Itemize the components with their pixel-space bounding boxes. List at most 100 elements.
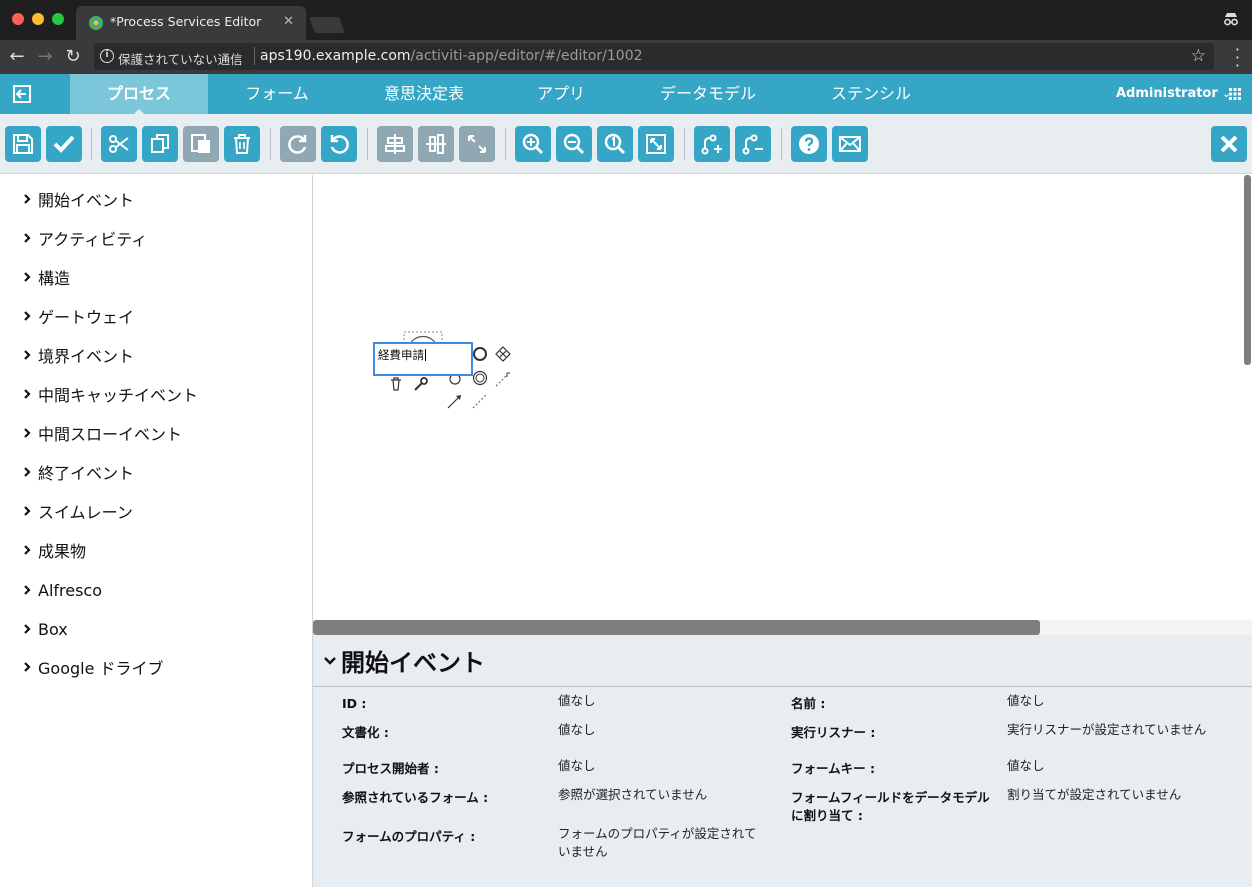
feedback-button[interactable] (832, 126, 868, 162)
apps-grid-icon[interactable] (1229, 88, 1241, 100)
remove-bendpoint-button[interactable] (735, 126, 771, 162)
intermediate-event-icon[interactable] (472, 370, 488, 386)
browser-menu-icon[interactable]: · · · (1235, 42, 1240, 74)
property-value-id[interactable]: 値なし (558, 692, 596, 710)
palette-group[interactable]: ゲートウェイ (22, 305, 134, 327)
align-vertical-button[interactable] (418, 126, 454, 162)
property-value-field-mapping[interactable]: 割り当てが設定されていません (1007, 786, 1181, 804)
delete-button[interactable] (224, 126, 260, 162)
palette-group-label: アクティビティ (38, 230, 148, 249)
validate-button[interactable] (46, 126, 82, 162)
zoom-in-button[interactable] (515, 126, 551, 162)
palette-group-label: 中間スローイベント (38, 425, 183, 444)
property-value-initiator[interactable]: 値なし (558, 757, 596, 775)
maximize-window-button[interactable] (52, 13, 64, 25)
redo-icon (288, 135, 307, 154)
palette-group[interactable]: アクティビティ (22, 227, 147, 249)
wrench-icon[interactable] (414, 377, 428, 391)
editor-toolbar (0, 114, 1252, 174)
label-editor[interactable]: 経費申請 (373, 342, 473, 376)
palette-group[interactable]: 終了イベント (22, 461, 134, 483)
tab-data-model[interactable]: データモデル (620, 74, 796, 114)
cut-button[interactable] (101, 126, 137, 162)
properties-header[interactable]: 開始イベント (323, 643, 485, 678)
chevron-right-icon (24, 272, 31, 282)
palette-group[interactable]: 成果物 (22, 539, 86, 561)
forward-arrow-icon[interactable]: → (34, 46, 56, 68)
property-value-documentation[interactable]: 値なし (558, 721, 596, 739)
tab-form[interactable]: フォーム (208, 74, 346, 114)
save-button[interactable] (5, 126, 41, 162)
url-field[interactable]: i 保護されていない通信 aps190.example.com/activiti… (94, 43, 1214, 70)
undo-button[interactable] (321, 126, 357, 162)
association-icon[interactable] (495, 372, 510, 387)
reload-icon[interactable]: ↻ (62, 46, 84, 68)
palette-group-label: スイムレーン (38, 503, 133, 522)
end-event-icon[interactable] (473, 347, 487, 361)
browser-tab[interactable]: *Process Services Editor ✕ (76, 6, 306, 40)
palette-group[interactable]: 開始イベント (22, 188, 134, 210)
zoom-out-button[interactable] (556, 126, 592, 162)
align-vertical-icon (426, 134, 446, 154)
close-window-button[interactable] (12, 13, 24, 25)
back-arrow-icon[interactable]: ← (6, 46, 28, 68)
palette-group[interactable]: Google ドライブ (22, 656, 164, 678)
property-value-execution-listeners[interactable]: 実行リスナーが設定されていません (1007, 721, 1212, 739)
property-value-name[interactable]: 値なし (1007, 692, 1045, 710)
palette-group[interactable]: スイムレーン (22, 500, 133, 522)
palette-group[interactable]: 境界イベント (22, 344, 134, 366)
url-path: /activiti-app/editor/#/editor/1002 (410, 48, 643, 64)
property-value-form-key[interactable]: 値なし (1007, 757, 1045, 775)
info-icon[interactable]: i (100, 49, 114, 63)
gateway-icon[interactable] (495, 346, 511, 362)
redo-button[interactable] (280, 126, 316, 162)
exit-editor-icon[interactable] (12, 84, 32, 104)
minimize-window-button[interactable] (32, 13, 44, 25)
chevron-right-icon (24, 194, 31, 204)
bookmark-star-icon[interactable]: ☆ (1191, 46, 1206, 66)
toolbar-divider (781, 128, 782, 160)
properties-panel: 開始イベント ID : 値なし 名前 : 値なし 文書化 : 値なし 実行リスナ… (313, 635, 1252, 887)
palette-group[interactable]: 構造 (22, 266, 70, 288)
diagram-canvas[interactable]: 経費申請 (313, 175, 1252, 635)
url-host: aps190.example.com (260, 48, 411, 64)
tab-stencil[interactable]: ステンシル (796, 74, 946, 114)
tab-decision-table[interactable]: 意思決定表 (346, 74, 502, 114)
new-tab-button[interactable] (309, 17, 345, 33)
vertical-scrollbar[interactable] (1244, 175, 1251, 365)
browser-tab-bar: *Process Services Editor ✕ (0, 0, 1252, 40)
chevron-right-icon (24, 467, 31, 477)
align-horizontal-button[interactable] (377, 126, 413, 162)
tab-app[interactable]: アプリ (502, 74, 620, 114)
palette-group-label: ゲートウェイ (38, 308, 135, 327)
chevron-right-icon (24, 311, 31, 321)
add-bendpoint-button[interactable] (694, 126, 730, 162)
tab-process[interactable]: プロセス (70, 74, 208, 115)
paste-button[interactable] (183, 126, 219, 162)
property-value-form-properties[interactable]: フォームのプロパティが設定されていません (558, 825, 763, 861)
url-text: aps190.example.com/activiti-app/editor/#… (260, 48, 643, 64)
tab-close-icon[interactable]: ✕ (283, 14, 294, 29)
palette-group[interactable]: Box (22, 618, 68, 640)
zoom-actual-button[interactable] (597, 126, 633, 162)
message-flow-icon[interactable] (472, 394, 487, 409)
palette-group[interactable]: 中間スローイベント (22, 422, 182, 444)
envelope-icon (839, 136, 861, 152)
palette-group-label: 構造 (38, 269, 71, 288)
palette-group[interactable]: Alfresco (22, 579, 102, 601)
delete-shape-icon[interactable] (391, 377, 401, 391)
property-label-field-mapping: フォームフィールドをデータモデルに割り当て : (791, 790, 990, 823)
help-button[interactable] (791, 126, 827, 162)
copy-button[interactable] (142, 126, 178, 162)
divider (313, 686, 1252, 687)
zoom-out-icon (563, 133, 585, 155)
copy-icon (151, 134, 169, 153)
sequence-flow-icon[interactable] (447, 395, 461, 409)
same-size-button[interactable] (459, 126, 495, 162)
horizontal-scrollbar[interactable] (313, 620, 1040, 635)
zoom-fit-button[interactable] (638, 126, 674, 162)
palette-group[interactable]: 中間キャッチイベント (22, 383, 198, 405)
close-editor-button[interactable] (1211, 126, 1247, 162)
user-menu[interactable]: Administrator ⌄ (1116, 74, 1231, 114)
property-value-referenced-form[interactable]: 参照が選択されていません (558, 786, 707, 804)
